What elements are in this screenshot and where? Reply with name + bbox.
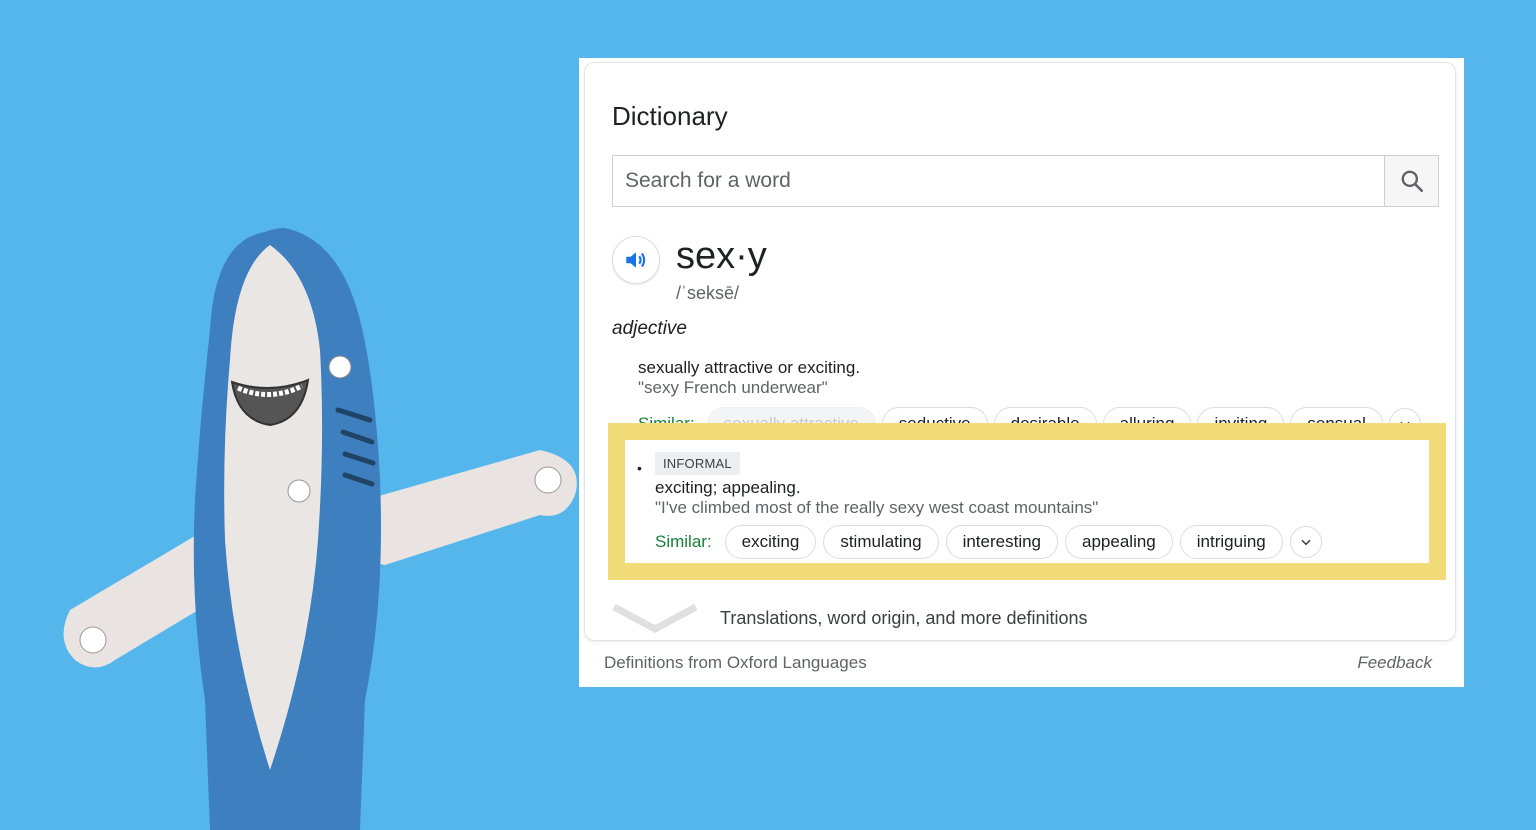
search-button[interactable] (1384, 156, 1438, 206)
highlighted-sense: • INFORMAL exciting; appealing. "I've cl… (608, 423, 1446, 580)
search-icon (1401, 170, 1423, 193)
example-2: "I've climbed most of the really sexy we… (655, 498, 1099, 517)
definition-2: exciting; appealing. (655, 478, 801, 497)
phonetic-spelling: /ˈseksē/ (676, 283, 740, 303)
word-search-input[interactable] (613, 156, 1384, 206)
chevron-down-icon (1301, 539, 1311, 546)
register-tag: INFORMAL (655, 452, 740, 475)
more-definitions-label: Translations, word origin, and more defi… (720, 607, 1088, 628)
similar-chip[interactable]: appealing (1065, 525, 1173, 559)
dictionary-card: Dictionary sex·y /ˈseksē/ adjective sexu… (579, 58, 1464, 687)
word-search-box (612, 155, 1439, 207)
speaker-icon (626, 252, 646, 268)
expand-similar-button-2[interactable] (1289, 526, 1322, 558)
sense-bullet: • (637, 460, 642, 476)
more-definitions-link[interactable]: Translations, word origin, and more defi… (612, 603, 1088, 633)
headword: sex·y (676, 235, 767, 277)
feedback-link[interactable]: Feedback (1357, 653, 1432, 673)
similar-chip[interactable]: stimulating (823, 525, 939, 559)
shark-belly-light (287, 479, 311, 503)
similar-chip[interactable]: intriguing (1179, 525, 1283, 559)
definitions-source: Definitions from Oxford Languages (604, 653, 867, 672)
chevron-down-icon (612, 603, 698, 633)
shark-right-hand-light (534, 466, 562, 494)
shark-costume-illustration (63, 228, 577, 830)
shark-eye (328, 355, 352, 379)
dictionary-title: Dictionary (612, 101, 728, 131)
shark-left-hand-light (79, 626, 107, 654)
similar-chip[interactable]: interesting (945, 525, 1059, 559)
part-of-speech: adjective (612, 318, 687, 339)
similar-words-row-2: Similar: exciting stimulating interestin… (655, 525, 1322, 559)
example-1: "sexy French underwear" (638, 378, 828, 397)
similar-chip[interactable]: exciting (724, 525, 817, 559)
definition-1: sexually attractive or exciting. (638, 358, 861, 377)
similar-label-2: Similar: (655, 532, 712, 551)
pronunciation-button[interactable] (612, 236, 660, 284)
dictionary-panel: Dictionary sex·y /ˈseksē/ adjective sexu… (584, 62, 1456, 641)
